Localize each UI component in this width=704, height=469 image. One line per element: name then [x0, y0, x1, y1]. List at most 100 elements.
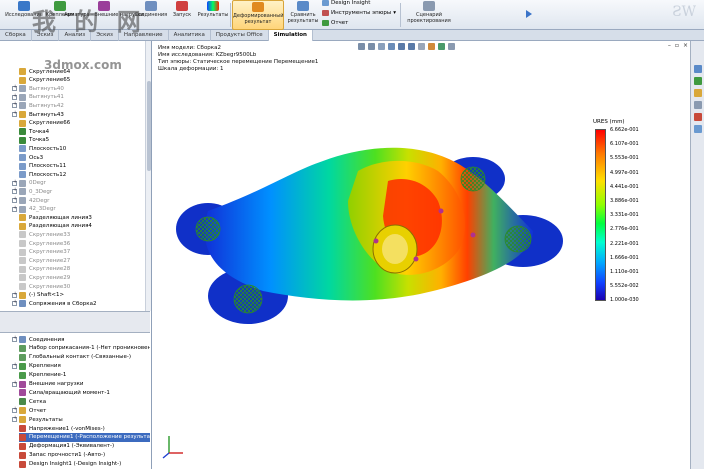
deformed-result-button[interactable]: Деформированный результат — [232, 0, 284, 30]
tree-item-label: 0_3Degr — [29, 188, 53, 195]
results-button[interactable]: Результаты — [196, 0, 230, 30]
feature-icon — [19, 119, 26, 127]
expand-toggle-icon[interactable] — [12, 110, 17, 117]
feature-tree-scrollbar[interactable] — [145, 41, 151, 311]
expand-toggle-icon[interactable] — [12, 179, 17, 186]
model-name-text: Имя модели: Сборка2 — [158, 45, 221, 51]
design-insight-button[interactable]: Design Insight — [322, 0, 370, 6]
expand-toggle-icon[interactable] — [12, 335, 17, 342]
tree-item[interactable]: Соединения — [12, 335, 64, 344]
feature-icon — [19, 389, 26, 397]
expand-toggle-icon[interactable] — [12, 380, 17, 387]
design-scenario-button[interactable]: Сценарий проектирования — [402, 0, 456, 30]
file-explorer-icon[interactable] — [694, 89, 702, 97]
tree-item-label: Результаты — [29, 416, 63, 423]
resources-icon[interactable] — [694, 65, 702, 73]
tab-analysis[interactable]: Анализ — [59, 30, 92, 41]
tree-item[interactable]: Сетка — [19, 397, 46, 406]
task-pane — [690, 41, 704, 469]
tree-item[interactable]: Глобальный контакт (-Связанные-) — [19, 353, 131, 362]
scene-icon[interactable] — [438, 43, 445, 50]
tab-sketch[interactable]: Эскиз — [32, 30, 60, 41]
zoom-to-fit-icon[interactable] — [358, 43, 365, 50]
tree-item[interactable]: Сопряжения в Сборка2 — [12, 299, 96, 308]
panel-splitter[interactable] — [0, 311, 150, 333]
run-button[interactable]: Запуск — [170, 0, 194, 30]
tree-item[interactable]: Напряжение1 (-vonMises-) — [19, 424, 105, 433]
tree-item[interactable]: Внешние нагрузки — [12, 380, 84, 389]
restore-icon[interactable]: ▫ — [675, 42, 679, 49]
plot-tools-button[interactable]: Инструменты эпюры ▾ — [322, 10, 396, 16]
tree-item-label: Напряжение1 (-vonMises-) — [29, 425, 105, 432]
tab-office-products[interactable]: Продукты Office — [211, 30, 269, 41]
connections-button[interactable]: Соединения — [134, 0, 168, 30]
tree-item[interactable]: Design Insight1 (-Design Insight-) — [19, 460, 121, 469]
tree-item[interactable]: Набор соприкасания-1 (-Нет проникновения… — [19, 344, 150, 353]
tree-item[interactable]: Крепления — [12, 362, 61, 371]
appearance-icon[interactable] — [428, 43, 435, 50]
tree-item-label: Design Insight1 (-Design Insight-) — [29, 461, 122, 468]
expand-arrow-icon[interactable] — [526, 10, 532, 18]
feature-icon — [19, 371, 26, 379]
tree-item[interactable]: Перемещение1 (-Расположение результата-) — [19, 432, 150, 442]
tab-sketch-2[interactable]: Эскиз — [91, 30, 119, 41]
minimize-icon[interactable]: – — [668, 42, 671, 49]
expand-toggle-icon[interactable] — [12, 196, 17, 203]
tree-item-label: Отчет — [29, 407, 47, 414]
tab-simulation[interactable]: Simulation — [268, 30, 313, 41]
hide-show-icon[interactable] — [418, 43, 425, 50]
section-view-icon[interactable] — [388, 43, 395, 50]
tree-item[interactable]: Отчет — [12, 406, 46, 415]
feature-tree: Скругление64 Скругление65Вытянуть40 Вытяну… — [0, 41, 150, 311]
expand-toggle-icon[interactable] — [12, 93, 17, 100]
compare-results-button[interactable]: Сравнить результаты — [286, 0, 320, 30]
tree-item-label: Скругление33 — [29, 231, 71, 238]
view-orientation-icon[interactable] — [398, 43, 405, 50]
shaft-end[interactable] — [382, 234, 408, 264]
ribbon-separator — [230, 3, 231, 27]
tree-item-label: Разделяющая линия4 — [29, 223, 92, 230]
ribbon-separator — [400, 3, 401, 27]
plot-type-text: Тип эпюры: Статическое перемещение Перем… — [158, 59, 319, 65]
expand-toggle-icon[interactable] — [12, 291, 17, 298]
fea-result-model[interactable] — [173, 131, 563, 371]
tree-item[interactable]: Сила/вращающий момент-1 — [19, 388, 110, 397]
display-style-icon[interactable] — [408, 43, 415, 50]
external-loads-button[interactable]: Арматура · Внешние нагрузки — [64, 0, 144, 30]
expand-toggle-icon[interactable] — [12, 84, 17, 92]
tab-assembly[interactable]: Сборка — [0, 30, 32, 41]
study-button[interactable]: Исследование — [2, 0, 46, 30]
expand-toggle-icon[interactable] — [12, 362, 17, 369]
expand-toggle-icon[interactable] — [12, 406, 17, 414]
tree-item-label: (-) Shaft<1> — [29, 292, 65, 299]
tree-item-label: Крепление-1 — [29, 372, 67, 379]
appearances-icon[interactable] — [694, 113, 702, 121]
report-button[interactable]: Отчет — [322, 20, 348, 26]
tab-direction[interactable]: Направление — [119, 30, 169, 41]
scenario-icon — [423, 1, 435, 11]
zoom-area-icon[interactable] — [368, 43, 375, 50]
tab-analytics[interactable]: Аналитика — [169, 30, 211, 41]
expand-toggle-icon[interactable] — [12, 101, 17, 109]
tree-item[interactable]: Запас прочности1 (-Авто-) — [19, 451, 105, 460]
tree-item[interactable]: Результаты — [12, 415, 63, 424]
tree-item-label: Вытянуть41 — [29, 94, 64, 101]
view-settings-icon[interactable] — [448, 43, 455, 50]
view-palette-icon[interactable] — [694, 101, 702, 109]
feature-icon — [19, 205, 26, 213]
fixture-marker — [460, 166, 486, 192]
previous-view-icon[interactable] — [378, 43, 385, 50]
scrollbar-thumb[interactable] — [147, 81, 151, 171]
feature-icon — [19, 398, 26, 406]
close-icon[interactable]: × — [683, 42, 688, 49]
expand-toggle-icon[interactable] — [12, 187, 17, 195]
graphics-viewport[interactable]: Имя модели: Сборка2 Имя исследования: KZ… — [153, 41, 690, 469]
design-library-icon[interactable] — [694, 77, 702, 85]
custom-properties-icon[interactable] — [694, 125, 702, 133]
expand-toggle-icon[interactable] — [12, 205, 17, 212]
feature-icon — [19, 451, 26, 459]
tree-item[interactable]: Крепление-1 — [19, 371, 66, 380]
expand-toggle-icon[interactable] — [12, 415, 17, 423]
expand-toggle-icon[interactable] — [12, 299, 17, 307]
tree-item[interactable]: Деформация1 (-Эквивалент-) — [19, 442, 114, 451]
